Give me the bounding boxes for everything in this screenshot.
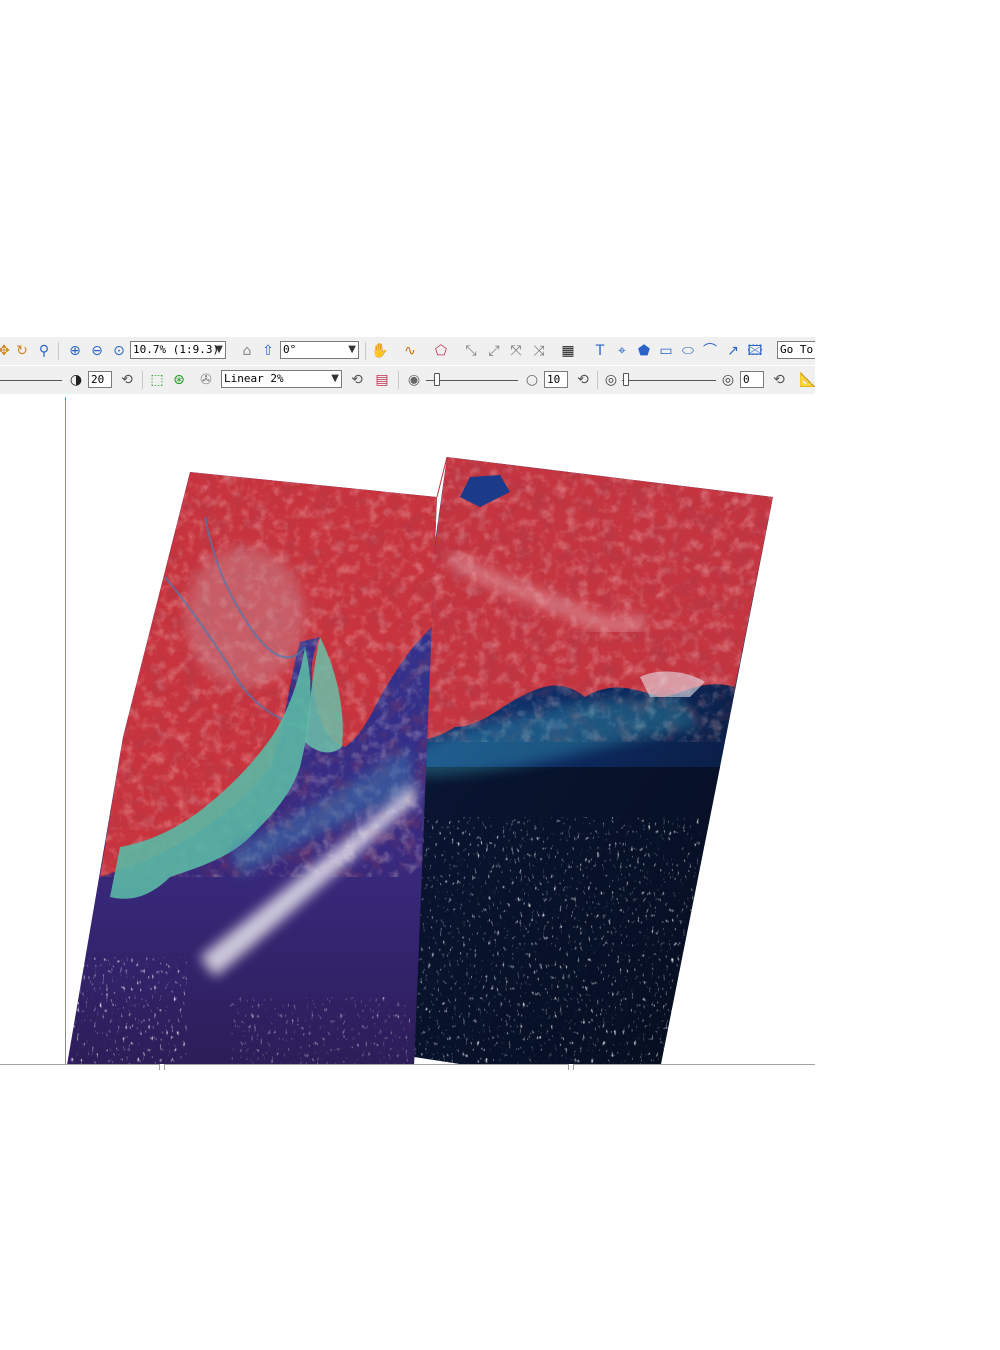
toolbar-separator	[365, 342, 366, 360]
reset-stretch-icon[interactable]: ⟲	[347, 370, 367, 390]
goto-label: Go To	[780, 343, 814, 356]
chevron-down-icon: ▼	[348, 344, 356, 355]
goto-field[interactable]: Go To	[777, 341, 815, 359]
cursor-value-icon[interactable]: ✋	[370, 341, 390, 361]
image-view[interactable]	[0, 397, 815, 1064]
transparency-icon: ◎	[604, 372, 618, 388]
transparency-value: 0	[743, 373, 750, 386]
transparency-slider[interactable]	[622, 380, 716, 381]
polygon-annotation-icon[interactable]: ⬟	[634, 341, 654, 361]
stretch-icon[interactable]: ✇	[196, 370, 216, 390]
toolbar-separator	[58, 342, 59, 360]
stretch-value: Linear 2%	[224, 372, 284, 385]
brightness-field[interactable]: 20	[88, 371, 112, 388]
chevron-down-icon: ▼	[215, 344, 223, 355]
zoom-in-icon[interactable]: ⊕	[65, 341, 85, 361]
transparency-field[interactable]: 0	[740, 371, 764, 388]
display-toolbar: ◑ 20 ⟲ ⬚ ⊛ ✇ Linear 2% ▼ ⟲ ▤ ◉ ○ 10 ⟲ ◎ …	[0, 366, 815, 394]
reset-icon[interactable]: ⟲	[117, 370, 137, 390]
rectangle-annotation-icon[interactable]: ▭	[656, 341, 676, 361]
magnifier-icon[interactable]: ⚲	[34, 341, 54, 361]
status-cell	[0, 1064, 160, 1070]
vector-add-icon[interactable]: ⤢	[484, 341, 504, 361]
vector-edit-icon[interactable]: ⤡	[461, 341, 481, 361]
full-extent-icon[interactable]: ⊛	[169, 370, 189, 390]
sharpen-slider-thumb[interactable]	[434, 373, 440, 386]
zoom-fit-icon[interactable]: ⊙	[109, 341, 129, 361]
picture-annotation-icon[interactable]: 🖾	[745, 341, 765, 361]
brightness-slider[interactable]	[0, 380, 62, 381]
crosshair-icon[interactable]: ⌖	[612, 341, 632, 361]
transparency-slider-thumb[interactable]	[623, 373, 629, 386]
left-scene	[67, 472, 437, 1064]
status-cell	[164, 1064, 569, 1070]
image-viewer-window: ✥ ↻ ⚲ ⊕ ⊖ ⊙ 10.7% (1:9.3) ▼ ⌂ ⇧ 0° ▼ ✋ ∿…	[0, 337, 815, 1070]
sharpen-icon: ◉	[407, 372, 421, 388]
stretch-combo[interactable]: Linear 2% ▼	[221, 370, 342, 388]
ellipse-annotation-icon[interactable]: ⬭	[678, 341, 698, 361]
reset-sharpen-icon[interactable]: ⟲	[573, 370, 593, 390]
rotate-icon[interactable]: ↻	[12, 341, 32, 361]
vector-select-icon[interactable]: ⤧	[506, 341, 526, 361]
grid-icon[interactable]: ▦	[558, 341, 578, 361]
toolbar-separator	[398, 371, 399, 389]
satellite-mosaic[interactable]	[0, 397, 815, 1064]
measure-icon[interactable]: 📐	[798, 370, 815, 390]
toolbar-separator	[142, 371, 143, 389]
toolbar-separator	[597, 371, 598, 389]
sharpen-field[interactable]: 10	[544, 371, 568, 388]
reset-transparency-icon[interactable]: ⟲	[769, 370, 789, 390]
up-layer-icon[interactable]: ⇧	[258, 341, 278, 361]
vector-join-icon[interactable]: ⤨	[529, 341, 549, 361]
roi-icon[interactable]: ⬠	[431, 341, 451, 361]
status-cell	[573, 1064, 815, 1070]
chevron-down-icon: ▼	[331, 373, 339, 384]
zoom-out-icon[interactable]: ⊖	[87, 341, 107, 361]
contrast-icon: ◑	[69, 372, 83, 388]
text-annotation-icon[interactable]: T	[590, 341, 610, 361]
polyline-annotation-icon[interactable]: ⌒	[700, 341, 720, 361]
histogram-icon[interactable]: ▤	[372, 370, 392, 390]
status-bar	[0, 1064, 815, 1070]
transparency-icon: ◎	[721, 372, 735, 388]
spectral-profile-icon[interactable]: ∿	[400, 341, 420, 361]
home-view-icon[interactable]: ⌂	[237, 341, 257, 361]
navigation-toolbar: ✥ ↻ ⚲ ⊕ ⊖ ⊙ 10.7% (1:9.3) ▼ ⌂ ⇧ 0° ▼ ✋ ∿…	[0, 337, 815, 365]
sharpen-icon: ○	[525, 372, 539, 388]
sharpen-value: 10	[547, 373, 561, 386]
rotation-value: 0°	[283, 343, 297, 356]
zoom-combo[interactable]: 10.7% (1:9.3) ▼	[130, 341, 226, 359]
arrow-annotation-icon[interactable]: ↗	[723, 341, 743, 361]
extent-icon[interactable]: ⬚	[147, 370, 167, 390]
brightness-value: 20	[91, 373, 105, 386]
rotation-combo[interactable]: 0° ▼	[280, 341, 359, 359]
zoom-value: 10.7% (1:9.3)	[133, 343, 220, 356]
